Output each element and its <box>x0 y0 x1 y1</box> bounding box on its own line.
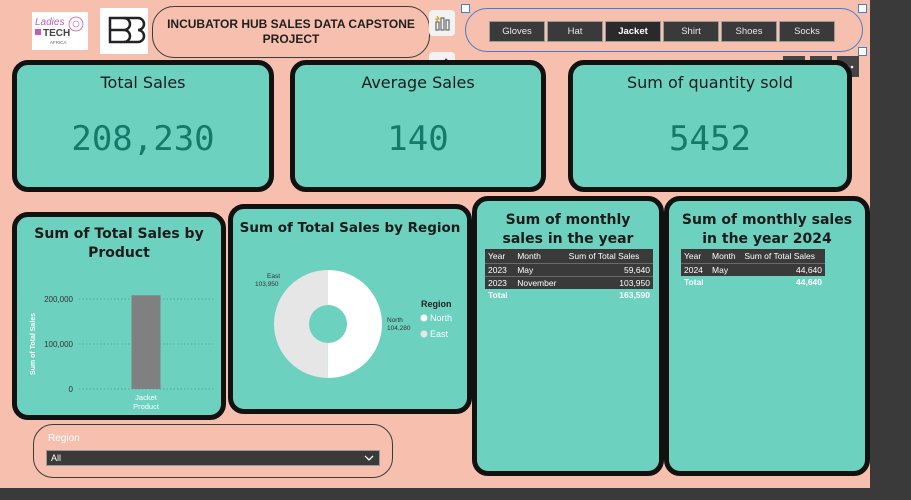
pie-slice <box>327 270 382 378</box>
column-header[interactable]: Sum of Total Sales <box>741 249 825 264</box>
chart-title: Sum of Total Sales by Region <box>239 220 461 236</box>
bb-logo <box>100 8 148 54</box>
total-value: 163,590 <box>619 290 650 300</box>
data-label: 103,950 <box>255 281 279 288</box>
legend-marker <box>420 314 428 322</box>
slicer-item-shoes[interactable]: Shoes <box>721 21 777 42</box>
total-value: 44,640 <box>796 277 822 287</box>
table-row: 2024 May 44,640 <box>681 263 825 276</box>
kpi-title: Average Sales <box>361 73 475 92</box>
resize-handle[interactable] <box>858 4 867 13</box>
y-tick-label: 100,000 <box>44 340 73 349</box>
slicer-item-gloves[interactable]: Gloves <box>489 21 545 42</box>
kpi-card-total-sales[interactable]: Total Sales 208,230 <box>12 60 274 192</box>
chart-insight-icon[interactable] <box>429 10 455 36</box>
table-header-row: Year Month Sum of Total Sales <box>681 249 825 264</box>
chevron-down-icon <box>363 452 375 466</box>
table-total-row: Total 163,590 <box>485 289 653 301</box>
kpi-card-average-sales[interactable]: Average Sales 140 <box>290 60 546 192</box>
kpi-value: 140 <box>387 119 449 159</box>
slicer-item-socks[interactable]: Socks <box>779 21 835 42</box>
region-dropdown[interactable]: All <box>46 450 380 466</box>
bar-chart-card[interactable]: Sum of Total Sales by Product 0 100,000 20… <box>12 212 226 420</box>
region-filter-label: Region <box>48 433 80 444</box>
svg-text:TECH: TECH <box>43 28 70 39</box>
x-tick-label: Jacket <box>135 393 158 402</box>
kpi-title: Sum of quantity sold <box>627 73 793 92</box>
table-cell: 2023 <box>485 276 515 289</box>
kpi-value: 5452 <box>669 119 751 159</box>
slicer-button-group: Gloves Hat Jacket Shirt Shoes Socks <box>489 21 835 42</box>
slicer-item-hat[interactable]: Hat <box>547 21 603 42</box>
table-row: 2023 November 103,950 <box>485 276 653 289</box>
ladies-tech-africa-logo: Ladies TECH AFRICA <box>32 12 88 50</box>
svg-text:Ladies: Ladies <box>35 17 64 28</box>
right-gutter <box>870 0 911 500</box>
kpi-title: Total Sales <box>100 73 186 92</box>
y-tick-label: 0 <box>69 385 74 394</box>
legend-item: North <box>430 313 452 323</box>
data-label: North <box>387 317 403 324</box>
monthly-2023-card[interactable]: Sum of monthly sales in the year 2023 Ye… <box>472 196 664 476</box>
column-header[interactable]: Year <box>485 249 515 264</box>
kpi-card-quantity-sold[interactable]: Sum of quantity sold 5452 <box>568 60 852 192</box>
table-cell: 2023 <box>485 263 515 277</box>
table-cell: 44,640 <box>741 263 825 276</box>
monthly-2024-card[interactable]: Sum of monthly sales in the year 2024 Ye… <box>664 196 870 476</box>
chart-title: Sum of Total Sales by Product <box>34 226 204 261</box>
report-title: INCUBATOR HUB SALES DATA CAPSTONE PROJEC… <box>152 6 430 58</box>
legend-title: Region <box>421 299 452 309</box>
table-header-row: Year Month Sum of Total Sales <box>485 249 653 264</box>
table-cell <box>709 276 741 288</box>
column-header[interactable]: Sum of Total Sales <box>565 249 653 264</box>
product-slicer: Gloves Hat Jacket Shirt Shoes Socks <box>461 4 867 56</box>
donut-chart-card[interactable]: Sum of Total Sales by Region North 104,28… <box>228 204 472 414</box>
bar-chart: 0 100,000 200,000 Sum of Total Sales JacketP… <box>30 295 213 411</box>
table-cell <box>514 289 565 301</box>
total-label: Total <box>488 290 508 300</box>
y-tick-label: 200,000 <box>44 295 73 304</box>
region-dropdown-value: All <box>51 453 62 463</box>
kpi-value: 208,230 <box>71 119 215 159</box>
monthly-2023-table: Year Month Sum of Total Sales 2023 May 5… <box>485 249 653 301</box>
legend-marker <box>420 330 428 338</box>
table-total-row: Total 44,640 <box>681 276 825 288</box>
resize-handle[interactable] <box>461 4 470 13</box>
x-axis-label: Product <box>133 402 160 411</box>
pie-slice <box>274 270 328 378</box>
data-label: 104,280 <box>387 325 411 332</box>
table-cell: 59,640 <box>565 263 653 277</box>
column-header[interactable]: Year <box>681 249 710 264</box>
table-row: 2023 May 59,640 <box>485 263 653 277</box>
svg-text:AFRICA: AFRICA <box>50 40 67 45</box>
y-axis-label: Sum of Total Sales <box>30 313 37 375</box>
column-header[interactable]: Month <box>514 249 566 264</box>
table-cell: November <box>514 276 566 289</box>
table-cell: 2024 <box>681 263 710 276</box>
resize-handle[interactable] <box>858 47 867 56</box>
bottom-gutter <box>0 488 870 500</box>
column-header[interactable]: Month <box>709 249 742 264</box>
monthly-2024-table: Year Month Sum of Total Sales 2024 May 4… <box>681 249 825 288</box>
region-filter-card: Region All <box>33 424 393 478</box>
table-title: Sum of monthly sales in the year 2024 <box>681 212 853 247</box>
table-cell: May <box>514 263 566 277</box>
data-label: East <box>267 273 280 280</box>
slicer-item-shirt[interactable]: Shirt <box>663 21 719 42</box>
table-cell: May <box>709 263 742 276</box>
total-label: Total <box>684 277 704 287</box>
report-canvas: Ladies TECH AFRICA INCUBATOR HUB SALES D… <box>0 0 870 488</box>
donut-chart: North104,280East103,950RegionNorthEast <box>255 270 452 378</box>
bar <box>131 295 161 389</box>
slicer-item-jacket[interactable]: Jacket <box>605 21 661 42</box>
table-cell: 103,950 <box>565 276 653 289</box>
legend-item: East <box>430 329 449 339</box>
